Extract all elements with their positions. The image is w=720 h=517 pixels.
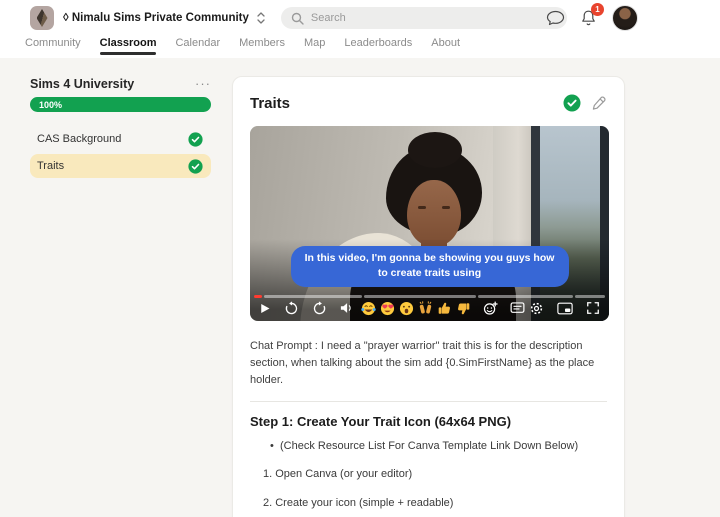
tab-classroom[interactable]: Classroom xyxy=(99,36,156,55)
search-bar[interactable] xyxy=(280,7,567,29)
play-button[interactable] xyxy=(259,302,271,315)
main-nav: Community Classroom Calendar Members Map… xyxy=(0,36,720,58)
thumbs-up-emoji[interactable] xyxy=(437,301,452,316)
course-progress-bar: 100% xyxy=(30,97,211,112)
course-title: Sims 4 University xyxy=(30,77,135,91)
list-item-text: 2. Create your icon (simple + readable) xyxy=(263,496,454,509)
notifications-button[interactable]: 1 xyxy=(580,3,604,27)
volume-button[interactable] xyxy=(340,301,356,315)
app-header: ◊ Nimalu Sims Private Community 1 xyxy=(0,0,720,36)
list-item-text: 1. Open Canva (or your editor) xyxy=(263,468,413,481)
community-name: ◊ Nimalu Sims Private Community xyxy=(63,12,249,24)
progress-label: 100% xyxy=(39,99,63,110)
video-bottom-gradient xyxy=(250,126,609,321)
lesson-title: Traits xyxy=(250,94,291,112)
list-item: • (Check Resource List For Canva Templat… xyxy=(250,439,607,453)
community-switcher[interactable]: ◊ Nimalu Sims Private Community xyxy=(63,11,266,25)
lesson-card: Traits In this video, I'm gonna be showi… xyxy=(232,76,625,517)
reaction-bar xyxy=(360,300,525,316)
lesson-item-label: CAS Background xyxy=(37,133,122,145)
tab-calendar[interactable]: Calendar xyxy=(175,36,220,49)
chat-prompt-text: Chat Prompt : I need a "prayer warrior" … xyxy=(250,340,595,387)
search-icon xyxy=(291,12,304,25)
tab-map[interactable]: Map xyxy=(304,36,325,49)
sidebar-item-traits[interactable]: Traits xyxy=(30,154,211,178)
notification-badge: 1 xyxy=(591,3,604,16)
comments-icon[interactable] xyxy=(510,301,525,315)
section-divider xyxy=(250,401,607,403)
content-area: Sims 4 University ··· 100% CAS Backgroun… xyxy=(0,58,720,517)
chat-button[interactable] xyxy=(546,10,565,26)
tab-leaderboards[interactable]: Leaderboards xyxy=(344,36,412,49)
add-reaction-icon[interactable] xyxy=(483,301,498,316)
pip-icon[interactable] xyxy=(557,302,573,315)
video-player[interactable]: In this video, I'm gonna be showing you … xyxy=(250,126,609,321)
laughing-emoji[interactable] xyxy=(360,301,376,316)
completed-check-icon xyxy=(188,158,203,174)
list-item: 1. Open Canva (or your editor) xyxy=(250,467,607,481)
step1-list: • (Check Resource List For Canva Templat… xyxy=(250,439,607,517)
course-menu-button[interactable]: ··· xyxy=(195,77,211,90)
user-avatar[interactable] xyxy=(612,5,638,31)
tab-about[interactable]: About xyxy=(431,36,460,49)
completed-check-icon xyxy=(188,131,203,147)
video-controls xyxy=(250,297,609,321)
surprised-emoji[interactable] xyxy=(399,301,414,316)
search-input[interactable] xyxy=(310,12,557,24)
fullscreen-icon[interactable] xyxy=(586,301,600,315)
bullet-marker: • xyxy=(270,440,274,453)
list-item-text: (Check Resource List For Canva Template … xyxy=(280,440,579,453)
forward-button[interactable] xyxy=(312,300,327,316)
tab-community[interactable]: Community xyxy=(25,36,81,49)
lesson-complete-check-icon[interactable] xyxy=(563,94,581,112)
rewind-button[interactable] xyxy=(284,300,299,316)
video-caption: In this video, I'm gonna be showing you … xyxy=(290,245,569,287)
plumbob-icon xyxy=(36,9,48,27)
raised-hands-emoji[interactable] xyxy=(418,300,433,316)
header-icons: 1 xyxy=(546,0,638,36)
heart-eyes-emoji[interactable] xyxy=(380,301,395,316)
updown-chevron-icon xyxy=(256,11,266,25)
tab-members[interactable]: Members xyxy=(239,36,285,49)
list-item: 2. Create your icon (simple + readable) xyxy=(250,496,607,510)
course-sidebar: Sims 4 University ··· 100% CAS Backgroun… xyxy=(30,76,211,178)
settings-gear-icon[interactable] xyxy=(529,301,544,316)
lesson-item-label: Traits xyxy=(37,160,65,172)
sidebar-item-cas-background[interactable]: CAS Background xyxy=(30,127,211,151)
community-logo[interactable] xyxy=(30,6,54,30)
thumbs-down-emoji[interactable] xyxy=(456,301,471,316)
edit-pencil-icon[interactable] xyxy=(591,95,607,111)
step1-heading: Step 1: Create Your Trait Icon (64x64 PN… xyxy=(250,414,512,430)
